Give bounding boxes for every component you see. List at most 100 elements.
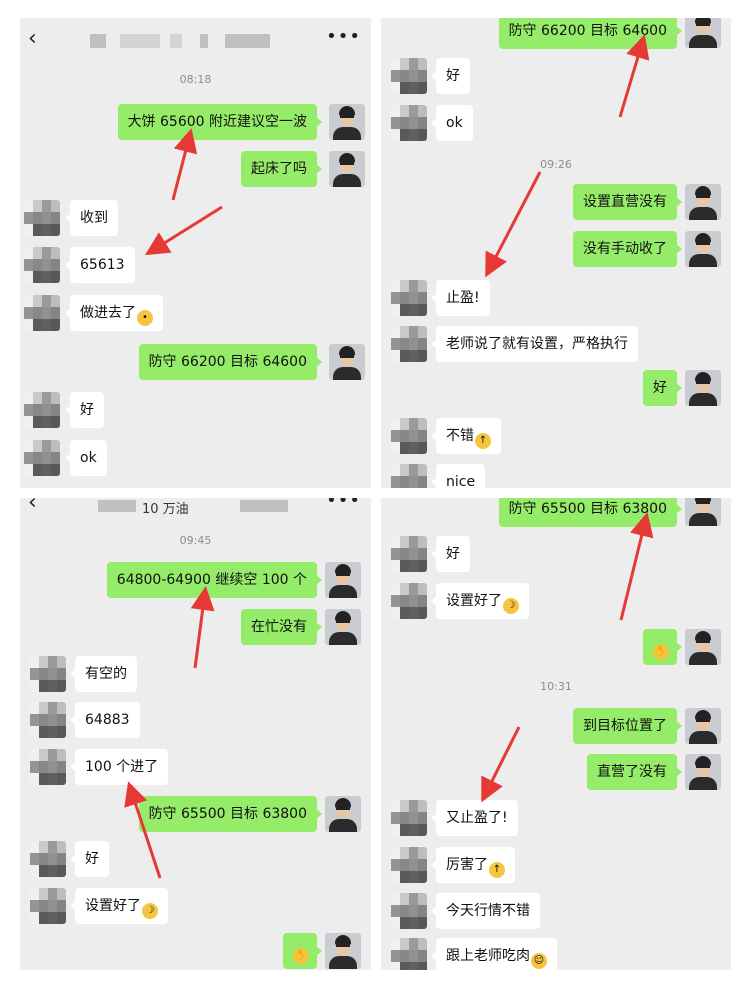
contact-avatar[interactable]	[391, 847, 427, 883]
contact-avatar[interactable]	[391, 800, 427, 836]
message-bubble[interactable]: ✋	[283, 933, 322, 969]
contact-avatar[interactable]	[391, 418, 427, 454]
contact-avatar[interactable]	[391, 893, 427, 929]
contact-avatar[interactable]	[391, 280, 427, 316]
contact-avatar[interactable]	[391, 583, 427, 619]
message-bubble[interactable]: 防守 66200 目标 64600	[498, 18, 683, 49]
embarrassed-emoji-icon: •	[137, 310, 153, 326]
timestamp: 08:18	[179, 73, 212, 86]
message-bubble[interactable]: 防守 65500 目标 63800	[498, 498, 683, 527]
message-bubble[interactable]: 又止盈了!	[431, 800, 518, 836]
blurred-contact-name	[240, 500, 288, 512]
my-avatar[interactable]	[685, 184, 721, 220]
wave-hand-emoji-icon: ✋	[652, 644, 669, 660]
contact-avatar[interactable]	[24, 295, 60, 331]
my-avatar[interactable]	[685, 754, 721, 790]
more-dots-icon[interactable]: •••	[326, 498, 361, 510]
chat-panel-4: 防守 65500 目标 63800 好 设置好了 ☽ ✋ 10:31 到目标位置了…	[381, 498, 731, 970]
contact-avatar[interactable]	[391, 326, 427, 362]
message-bubble[interactable]: 跟上老师吃肉 ☺	[431, 938, 557, 970]
message-bubble[interactable]: nice	[430, 464, 486, 488]
contact-avatar[interactable]	[30, 656, 66, 692]
chevron-left-icon[interactable]: ‹	[28, 498, 37, 514]
blurred-contact-name	[90, 34, 106, 48]
message-bubble[interactable]: 好	[65, 392, 104, 428]
message-text: 设置好了	[446, 593, 502, 609]
banana-emoji-icon: ☽	[503, 598, 519, 614]
wave-hand-emoji-icon: ✋	[292, 948, 309, 964]
my-avatar[interactable]	[329, 344, 365, 380]
blurred-contact-name	[98, 500, 136, 512]
my-avatar[interactable]	[329, 151, 365, 187]
message-bubble[interactable]: 64883	[70, 702, 140, 738]
contact-avatar[interactable]	[30, 841, 66, 877]
blurred-contact-name	[170, 34, 182, 48]
message-bubble[interactable]: 厉害了 ↑	[431, 847, 515, 883]
banana-emoji-icon: ☽	[142, 903, 158, 919]
message-bubble[interactable]: 不错 ↑	[431, 418, 501, 454]
message-bubble[interactable]: 大饼 65600 附近建议空一波	[117, 104, 323, 140]
my-avatar[interactable]	[325, 933, 361, 969]
contact-avatar[interactable]	[391, 58, 427, 94]
message-bubble[interactable]: 设置好了 ☽	[431, 583, 529, 619]
contact-avatar[interactable]	[30, 888, 66, 924]
message-bubble[interactable]: 65613	[65, 247, 135, 283]
thumbs-up-emoji-icon: ↑	[489, 862, 505, 878]
blurred-contact-name	[225, 34, 270, 48]
message-bubble[interactable]: ok	[65, 440, 107, 476]
message-bubble[interactable]: 100 个进了	[69, 749, 169, 785]
message-bubble[interactable]: 64800-64900 继续空 100 个	[106, 562, 323, 598]
contact-avatar[interactable]	[24, 247, 60, 283]
chat-panel-1: ‹ ••• 08:18 大饼 65600 附近建议空一波 起床了吗 收到 656…	[20, 18, 371, 488]
message-bubble[interactable]: 好	[70, 841, 109, 877]
message-bubble[interactable]: 收到	[65, 200, 118, 236]
contact-avatar[interactable]	[24, 440, 60, 476]
message-bubble[interactable]: 设置直营没有	[573, 184, 682, 220]
message-bubble[interactable]: ✋	[643, 629, 682, 665]
message-bubble[interactable]: 防守 66200 目标 64600	[138, 344, 323, 380]
timestamp: 10:31	[540, 680, 572, 693]
my-avatar[interactable]	[685, 498, 721, 526]
contact-avatar[interactable]	[30, 702, 66, 738]
my-avatar[interactable]	[685, 231, 721, 267]
grin-emoji-icon: ☺	[531, 953, 547, 969]
chevron-left-icon[interactable]: ‹	[28, 28, 37, 50]
message-bubble[interactable]: ok	[431, 105, 473, 141]
message-bubble[interactable]: 直营了没有	[587, 754, 682, 790]
message-bubble[interactable]: 起床了吗	[241, 151, 322, 187]
contact-avatar[interactable]	[30, 749, 66, 785]
contact-avatar[interactable]	[391, 105, 427, 141]
my-avatar[interactable]	[325, 796, 361, 832]
my-avatar[interactable]	[329, 104, 365, 140]
message-bubble[interactable]: 好	[431, 536, 470, 572]
contact-avatar[interactable]	[391, 938, 427, 970]
my-avatar[interactable]	[325, 562, 361, 598]
message-text: 不错	[446, 428, 474, 444]
message-bubble[interactable]: 止盈!	[431, 280, 490, 316]
message-bubble[interactable]: 没有手动收了	[573, 231, 682, 267]
my-avatar[interactable]	[685, 370, 721, 406]
chat-panel-2: 防守 66200 目标 64600 好 ok 09:26 设置直营没有 没有手动…	[381, 18, 731, 488]
my-avatar[interactable]	[685, 18, 721, 48]
my-avatar[interactable]	[685, 629, 721, 665]
message-bubble[interactable]: 有空的	[70, 656, 137, 692]
message-bubble[interactable]: 在忙没有	[241, 609, 322, 645]
more-dots-icon[interactable]: •••	[326, 28, 361, 46]
contact-avatar[interactable]	[391, 536, 427, 572]
message-bubble[interactable]: 好	[643, 370, 682, 406]
message-bubble[interactable]: 设置好了 ☽	[70, 888, 168, 924]
contact-avatar[interactable]	[24, 392, 60, 428]
contact-avatar[interactable]	[24, 200, 60, 236]
my-avatar[interactable]	[685, 708, 721, 744]
message-bubble[interactable]: 好	[431, 58, 470, 94]
contact-avatar[interactable]	[391, 464, 427, 488]
message-bubble[interactable]: 做进去了 •	[65, 295, 163, 331]
message-bubble[interactable]: 今天行情不错	[431, 893, 540, 929]
my-avatar[interactable]	[325, 609, 361, 645]
message-text: 做进去了	[80, 305, 136, 321]
blurred-contact-name	[120, 34, 160, 48]
message-bubble[interactable]: 防守 65500 目标 63800	[138, 796, 323, 832]
message-text: 厉害了	[446, 857, 488, 873]
message-bubble[interactable]: 老师说了就有设置，严格执行	[431, 326, 638, 362]
message-bubble[interactable]: 到目标位置了	[573, 708, 682, 744]
